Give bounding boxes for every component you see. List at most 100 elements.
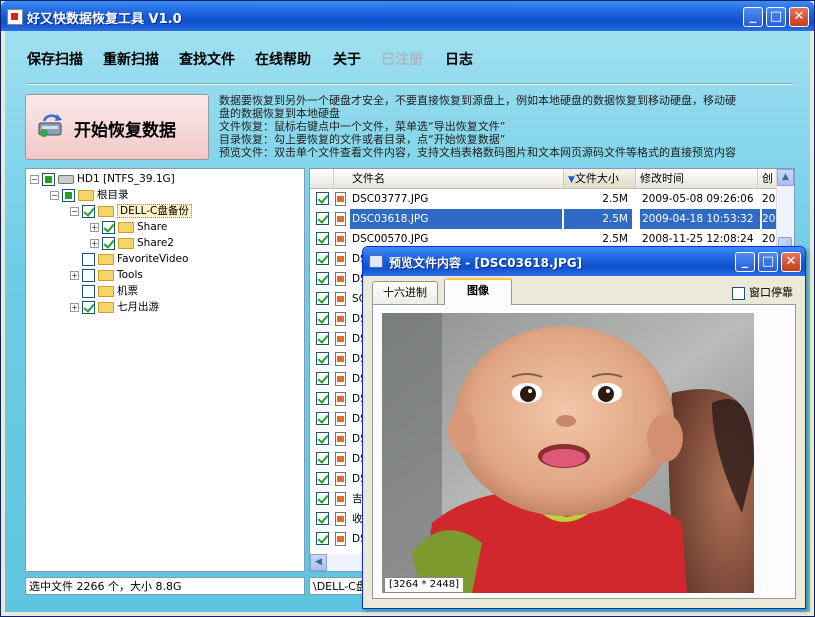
checkbox[interactable] bbox=[102, 236, 115, 250]
checkbox[interactable] bbox=[316, 232, 329, 245]
app-icon[interactable] bbox=[7, 9, 23, 25]
checkbox[interactable] bbox=[316, 332, 329, 345]
collapse-icon[interactable]: − bbox=[50, 190, 59, 200]
checkbox[interactable] bbox=[316, 192, 329, 205]
tree-node-dell-backup[interactable]: − DELL-C盘备份 bbox=[70, 203, 192, 219]
header-filesize-label: 文件大小 bbox=[574, 172, 619, 185]
table-row[interactable]: DSC03777.JPG 2.5M 2009-05-08 09:26:06 20 bbox=[310, 189, 778, 209]
maximize-button[interactable]: □ bbox=[766, 7, 786, 27]
checkbox[interactable] bbox=[42, 172, 55, 186]
menu-find-file[interactable]: 查找文件 bbox=[179, 49, 235, 69]
preview-close-button[interactable]: ✕ bbox=[781, 252, 801, 272]
expand-icon[interactable]: + bbox=[90, 222, 99, 232]
image-file-icon bbox=[335, 432, 346, 446]
preview-body: 十六进制 图像 窗口停靠 [3264 * 2448] bbox=[367, 276, 801, 604]
info-line: 预览文件：双击单个文件查看文件内容，支持文档表格数码图片和文本网页源码文件等格式… bbox=[219, 146, 736, 159]
tree-node-tools[interactable]: + Tools bbox=[70, 267, 143, 283]
preview-maximize-button[interactable]: □ bbox=[758, 252, 778, 272]
checkbox[interactable] bbox=[316, 212, 329, 225]
close-button[interactable]: ✕ bbox=[789, 7, 809, 27]
checkbox[interactable] bbox=[316, 352, 329, 365]
sort-down-icon: ▼ bbox=[568, 175, 575, 185]
tree-label: 机票 bbox=[117, 285, 138, 297]
menu-rescan[interactable]: 重新扫描 bbox=[103, 49, 159, 69]
table-row[interactable]: DSC03618.JPG 2.5M 2009-04-18 10:53:32 20 bbox=[310, 209, 778, 229]
tab-image[interactable]: 图像 bbox=[444, 278, 512, 305]
tree-node-favoritevideo[interactable]: FavoriteVideo bbox=[82, 251, 188, 267]
title-bar[interactable]: 好又快数据恢复工具 V1.0 _ □ ✕ bbox=[1, 1, 814, 31]
tree-label: 七月出游 bbox=[117, 301, 159, 313]
tree-label: Share2 bbox=[137, 237, 174, 249]
checkbox[interactable] bbox=[316, 412, 329, 425]
menu-registered: 已注册 bbox=[381, 52, 423, 68]
checkbox[interactable] bbox=[316, 252, 329, 265]
menu-log[interactable]: 日志 bbox=[445, 49, 473, 69]
expand-icon[interactable]: + bbox=[90, 238, 99, 248]
header-check-column[interactable] bbox=[310, 169, 334, 188]
preview-minimize-button[interactable]: _ bbox=[735, 252, 755, 272]
dock-window-label: 窗口停靠 bbox=[749, 286, 793, 299]
header-filesize[interactable]: ▼文件大小 bbox=[564, 169, 636, 188]
checkbox[interactable] bbox=[316, 432, 329, 445]
tree-node-drive[interactable]: − HD1 [NTFS_39.1G] bbox=[30, 171, 175, 187]
checkbox[interactable] bbox=[316, 532, 329, 545]
header-filename[interactable]: 文件名 bbox=[334, 169, 564, 188]
checkbox[interactable] bbox=[316, 292, 329, 305]
tree-node-share2[interactable]: + Share2 bbox=[90, 235, 174, 251]
file-size-cell: 2.5M bbox=[564, 209, 632, 229]
tab-hex[interactable]: 十六进制 bbox=[372, 281, 438, 305]
tree-node-july-trip[interactable]: + 七月出游 bbox=[70, 299, 159, 315]
menu-about[interactable]: 关于 bbox=[333, 49, 361, 69]
image-file-icon bbox=[335, 392, 346, 406]
tree-node-root[interactable]: − 根目录 bbox=[50, 187, 129, 203]
start-recovery-button[interactable]: 开始恢复数据 bbox=[25, 94, 209, 160]
image-file-icon bbox=[335, 532, 346, 546]
tree-label: Share bbox=[137, 221, 168, 233]
header-modified-time[interactable]: 修改时间 bbox=[636, 169, 758, 188]
menu-save-scan[interactable]: 保存扫描 bbox=[27, 49, 83, 69]
start-recovery-label: 开始恢复数据 bbox=[74, 121, 176, 141]
directory-tree[interactable]: − HD1 [NTFS_39.1G] − 根目录 − DELL-C盘备份 + Share… bbox=[25, 168, 305, 572]
expand-icon[interactable]: + bbox=[70, 270, 79, 280]
image-file-icon bbox=[335, 412, 346, 426]
checkbox[interactable] bbox=[316, 272, 329, 285]
checkbox[interactable] bbox=[82, 252, 95, 266]
image-file-icon bbox=[335, 272, 346, 286]
checkbox[interactable] bbox=[316, 392, 329, 405]
checkbox[interactable] bbox=[316, 512, 329, 525]
folder-icon bbox=[98, 269, 114, 281]
expand-icon[interactable]: + bbox=[70, 302, 79, 312]
checkbox[interactable] bbox=[732, 286, 745, 300]
tree-node-tickets[interactable]: 机票 bbox=[82, 283, 138, 299]
tree-node-share[interactable]: + Share bbox=[90, 219, 167, 235]
folder-icon bbox=[78, 189, 94, 201]
header-created[interactable]: 创 bbox=[758, 169, 778, 188]
scroll-left-icon[interactable]: ◀ bbox=[310, 554, 327, 571]
minimize-button[interactable]: _ bbox=[743, 7, 763, 27]
collapse-icon[interactable]: − bbox=[30, 174, 39, 184]
collapse-icon[interactable]: − bbox=[70, 206, 79, 216]
folder-icon bbox=[118, 221, 134, 233]
menu-online-help[interactable]: 在线帮助 bbox=[255, 49, 311, 69]
checkbox[interactable] bbox=[62, 188, 75, 202]
info-line: 数据要恢复到另外一个硬盘才安全，不要直接恢复到源盘上，例如本地硬盘的数据恢复到移… bbox=[219, 94, 736, 107]
image-file-icon bbox=[335, 472, 346, 486]
checkbox[interactable] bbox=[82, 284, 95, 298]
preview-title-bar[interactable]: 预览文件内容 - [DSC03618.JPG] _ □ ✕ bbox=[363, 247, 805, 276]
baby-photo bbox=[382, 313, 754, 593]
dock-window-checkbox[interactable]: 窗口停靠 bbox=[732, 284, 793, 300]
checkbox[interactable] bbox=[316, 372, 329, 385]
checkbox[interactable] bbox=[82, 300, 95, 314]
image-file-icon bbox=[335, 332, 346, 346]
checkbox[interactable] bbox=[316, 492, 329, 505]
scroll-up-icon[interactable]: ▲ bbox=[777, 169, 794, 186]
checkbox[interactable] bbox=[316, 472, 329, 485]
checkbox[interactable] bbox=[316, 312, 329, 325]
checkbox[interactable] bbox=[316, 452, 329, 465]
image-panel: [3264 * 2448] bbox=[372, 304, 796, 599]
checkbox[interactable] bbox=[82, 204, 95, 218]
checkbox[interactable] bbox=[102, 220, 115, 234]
checkbox[interactable] bbox=[82, 268, 95, 282]
folder-open-icon bbox=[98, 205, 114, 217]
list-header: 文件名 ▼文件大小 修改时间 创 bbox=[310, 169, 778, 189]
